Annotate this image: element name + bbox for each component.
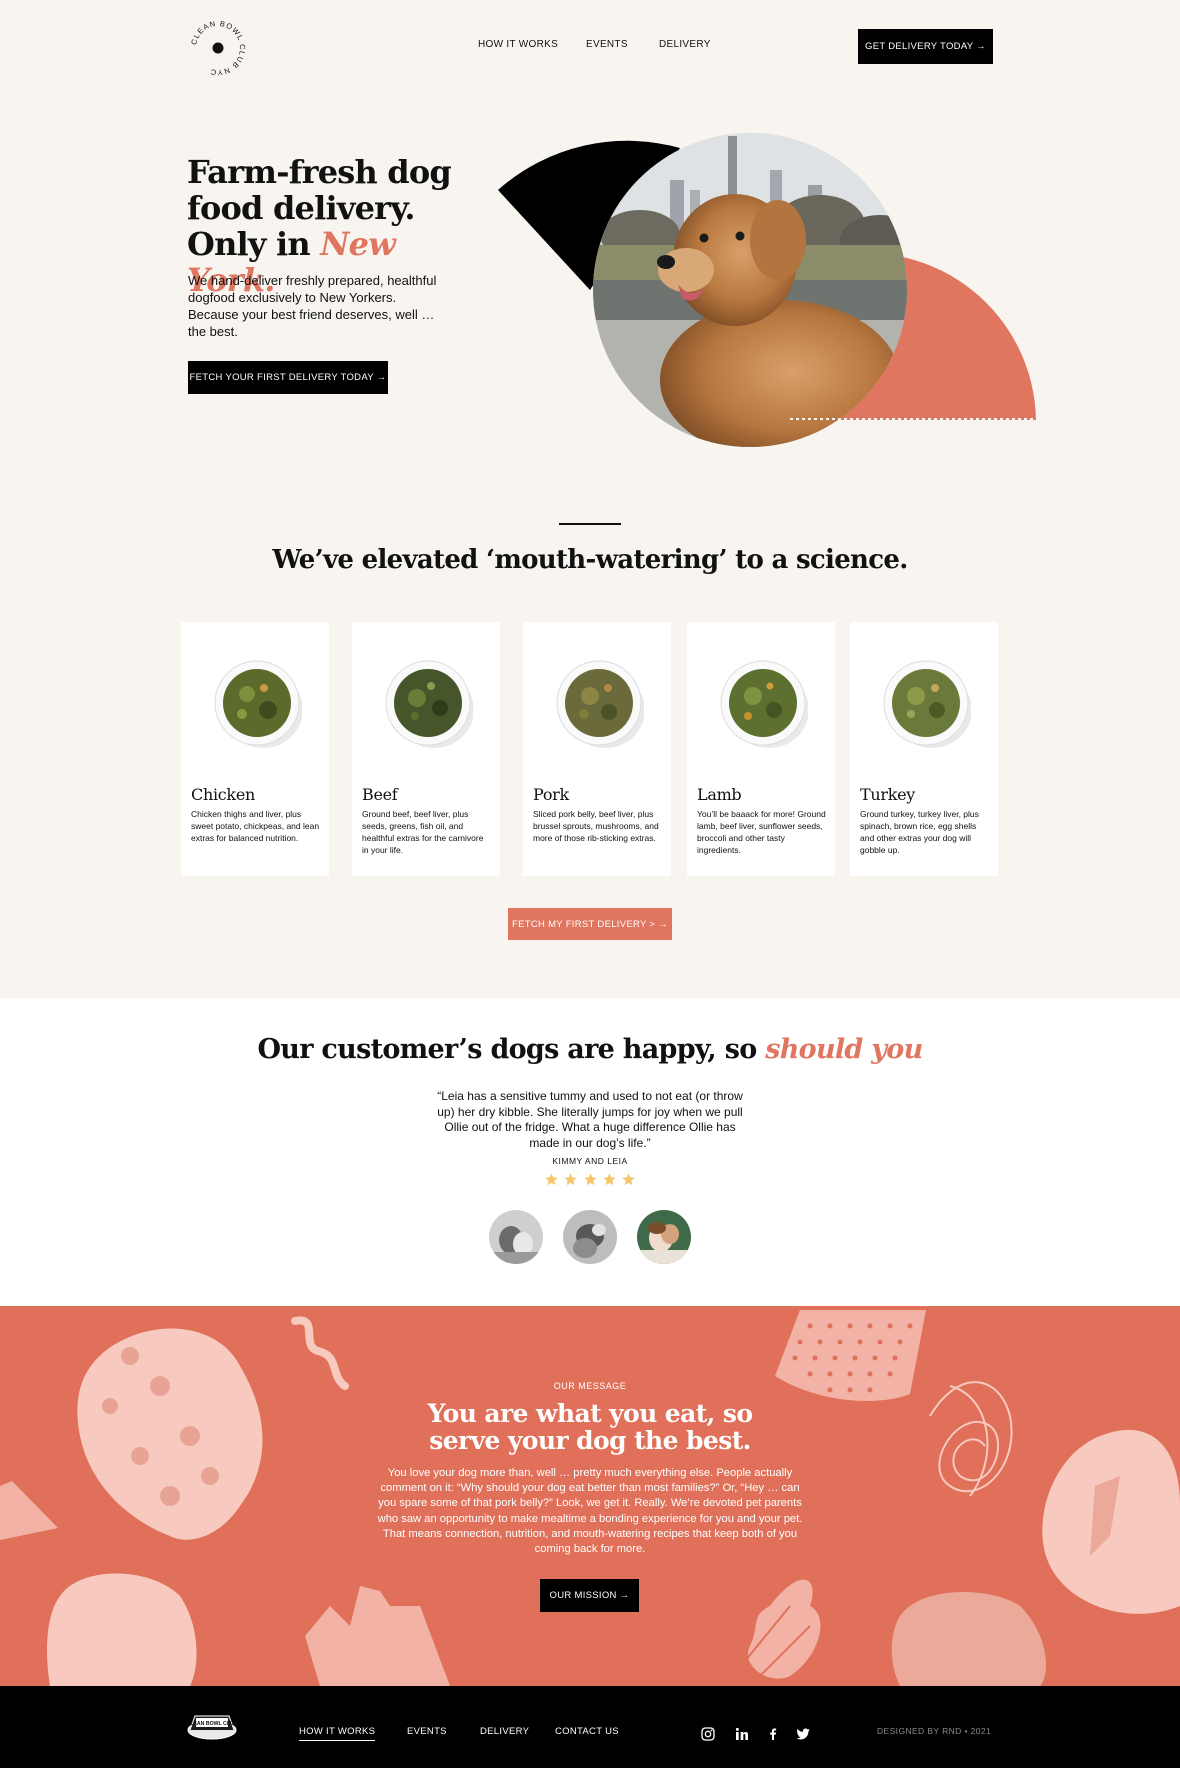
nav-how-it-works[interactable]: HOW IT WORKS [478, 39, 558, 50]
message-eyebrow: OUR MESSAGE [553, 1381, 627, 1391]
recipe-card-beef[interactable]: Beef Ground beef, beef liver, plus seeds… [352, 622, 500, 876]
recipe-name: Turkey [860, 785, 916, 804]
hero-title-line3: Only in [187, 225, 321, 263]
star-icon [622, 1173, 635, 1186]
food-bowl-image [556, 660, 644, 748]
recipes-title: We’ve elevated ‘mouth-watering’ to a sci… [272, 545, 908, 575]
linkedin-icon[interactable] [734, 1726, 750, 1742]
nav-delivery[interactable]: DELIVERY [659, 39, 711, 50]
message-title-line1: You are what you eat, so [427, 1399, 753, 1428]
testimonial-quote: “Leia has a sensitive tummy and used to … [437, 1089, 743, 1150]
hero-title-line2: food delivery. [187, 189, 416, 227]
footer-link-events[interactable]: EVENTS [407, 1726, 447, 1737]
footer-link-contact[interactable]: CONTACT US [555, 1726, 619, 1737]
message-body: You love your dog more than, well … pret… [377, 1467, 803, 1556]
star-icon [603, 1173, 616, 1186]
brand-logo[interactable]: CLEAN BOWL CLUB NYC [186, 16, 250, 80]
fetch-my-first-delivery-button[interactable]: FETCH MY FIRST DELIVERY > → [508, 908, 672, 940]
recipe-name: Pork [533, 785, 569, 804]
recipe-description: Ground turkey, turkey liver, plus spinac… [860, 809, 979, 855]
star-icon [564, 1173, 577, 1186]
testimonial-avatar-1[interactable] [489, 1210, 543, 1264]
food-bowl-image [214, 660, 302, 748]
footer-logo-text: CLEAN BOWL CLUB [187, 1721, 238, 1727]
get-delivery-button[interactable]: GET DELIVERY TODAY → [858, 29, 993, 64]
recipe-card-lamb[interactable]: Lamb You’ll be baaack for more! Ground l… [687, 622, 835, 876]
section-divider [559, 523, 621, 525]
our-mission-button[interactable]: OUR MISSION → [540, 1579, 639, 1612]
recipe-description: Sliced pork belly, beef liver, plus brus… [533, 809, 659, 843]
recipe-description: You’ll be baaack for more! Ground lamb, … [697, 809, 826, 855]
facebook-icon[interactable] [765, 1726, 781, 1742]
food-bowl-image [720, 660, 808, 748]
hero-description: We hand-deliver freshly prepared, health… [188, 273, 437, 339]
testimonial-author: KIMMY AND LEIA [552, 1156, 628, 1166]
recipe-name: Chicken [191, 785, 255, 804]
hero-illustration [498, 133, 1036, 447]
instagram-icon[interactable] [700, 1726, 716, 1742]
recipe-name: Beef [362, 785, 398, 804]
fetch-first-delivery-button[interactable]: FETCH YOUR FIRST DELIVERY TODAY → [188, 361, 388, 394]
site-footer: CLEAN BOWL CLUB HOW IT WORKS EVENTS DELI… [0, 1686, 1180, 1768]
recipe-card-chicken[interactable]: Chicken Chicken thighs and liver, plus s… [181, 622, 329, 876]
testimonials-title: Our customer’s dogs are happy, so should… [0, 1034, 1180, 1065]
testimonial-avatar-2[interactable] [563, 1210, 617, 1264]
nav-events[interactable]: EVENTS [586, 39, 628, 50]
food-bowl-image [883, 660, 971, 748]
footer-logo[interactable]: CLEAN BOWL CLUB [186, 1708, 238, 1742]
twitter-icon[interactable] [795, 1726, 811, 1742]
star-icon [545, 1173, 558, 1186]
recipe-name: Lamb [697, 785, 742, 804]
testimonials-title-accent: should you [765, 1034, 923, 1065]
recipe-description: Chicken thighs and liver, plus sweet pot… [191, 809, 320, 843]
rating-stars [544, 1172, 636, 1190]
recipe-card-turkey[interactable]: Turkey Ground turkey, turkey liver, plus… [850, 622, 998, 876]
message-title: You are what you eat, so serve your dog … [0, 1400, 1180, 1454]
message-title-line2: serve your dog the best. [429, 1426, 751, 1455]
star-icon [583, 1173, 597, 1186]
footer-credit: DESIGNED BY RND • 2021 [877, 1726, 992, 1736]
testimonials-title-prefix: Our customer’s dogs are happy, so [257, 1034, 766, 1065]
hero-title-line1: Farm-fresh dog [187, 153, 452, 191]
food-bowl-image [385, 660, 473, 748]
recipe-card-pork[interactable]: Pork Sliced pork belly, beef liver, plus… [523, 622, 671, 876]
footer-link-how-it-works[interactable]: HOW IT WORKS [299, 1726, 376, 1741]
recipe-description: Ground beef, beef liver, plus seeds, gre… [362, 809, 484, 855]
footer-link-delivery[interactable]: DELIVERY [480, 1726, 529, 1737]
testimonial-avatar-3[interactable] [637, 1210, 691, 1264]
